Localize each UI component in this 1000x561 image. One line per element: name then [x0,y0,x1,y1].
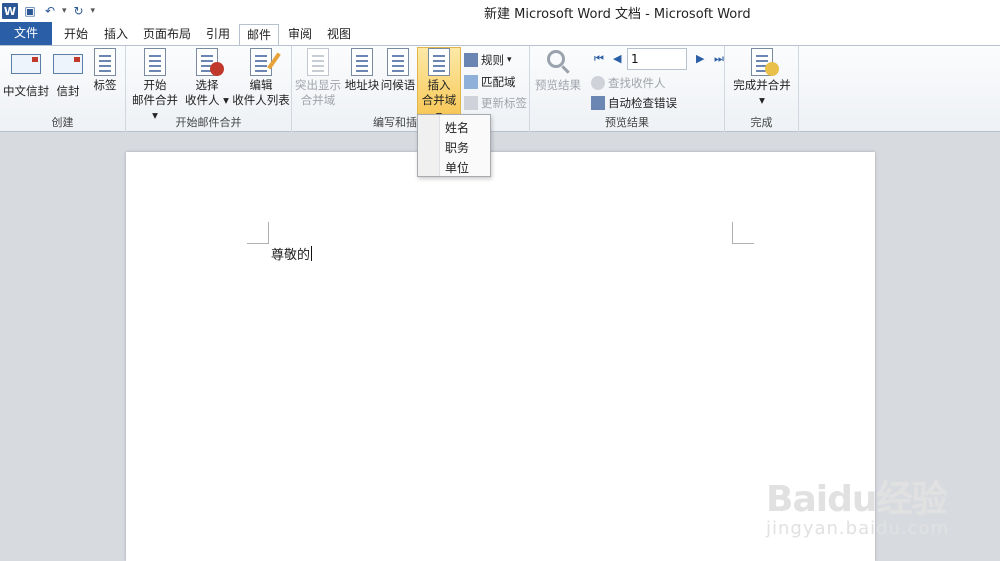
auto-check-errors-button[interactable]: 自动检查错误 [591,95,677,111]
undo-icon[interactable]: ↶ [42,4,58,18]
group-finish: 完成并合并 ▾ 完成 [725,46,799,132]
redo-icon[interactable]: ↻ [71,4,87,18]
edit-recipient-list-icon [250,48,272,76]
previous-record-icon[interactable]: ◀ [613,52,621,65]
tab-references[interactable]: 引用 [200,24,236,45]
chinese-envelope-icon [11,54,41,74]
envelope-button[interactable]: 信封 [52,48,84,99]
tab-page-layout[interactable]: 页面布局 [138,24,196,45]
ribbon-tabs: 文件 开始 插入 页面布局 引用 邮件 审阅 视图 [0,22,1000,46]
select-recipients-button[interactable]: 选择 收件人 ▾ [181,48,233,108]
envelope-badge-icon [765,62,779,76]
record-number-input[interactable]: 1 [627,48,687,70]
first-record-icon[interactable]: ⏮ [594,52,604,66]
tab-insert[interactable]: 插入 [98,24,134,45]
preview-results-button[interactable]: 预览结果 [533,48,583,93]
group-start-mail-merge: 开始 邮件合并 ▾ 选择 收件人 ▾ 编辑 收件人列表 开始邮件合并 [126,46,292,132]
group-label-start-mail-merge: 开始邮件合并 [175,116,242,129]
rules-icon [464,53,478,67]
update-labels-button[interactable]: 更新标签 [464,95,527,111]
envelope-icon [53,54,83,74]
finish-merge-dropdown-icon: ▾ [759,93,765,107]
highlight-merge-fields-button[interactable]: 突出显示 合并域 [293,48,343,108]
greeting-line-button[interactable]: 问候语 [380,48,416,93]
finish-merge-button[interactable]: 完成并合并 ▾ [731,48,793,108]
watermark-url: jingyan.baidu.com [766,518,950,539]
save-icon[interactable]: ▣ [22,4,38,18]
baidu-watermark: Baidu经验 jingyan.baidu.com [766,470,949,539]
margin-mark-top-left [247,222,269,244]
group-label-preview-results: 预览结果 [605,116,649,129]
edit-recipient-list-button[interactable]: 编辑 收件人列表 [232,48,290,108]
window-title: 新建 Microsoft Word 文档 - Microsoft Word [484,7,751,22]
next-record-icon[interactable]: ▶ [696,52,704,65]
labels-button[interactable]: 标签 [88,48,122,93]
group-label-create: 创建 [51,116,74,129]
merge-field-option-company[interactable]: 单位 [445,159,469,176]
people-icon [210,62,224,76]
group-label-write-insert-fields: 编写和插 [373,116,417,129]
document-body-text[interactable]: 尊敬的 [271,244,313,263]
quick-access-toolbar: W ▣ ↶ ▾ ↻ ▾ [0,0,95,22]
greeting-line-icon [387,48,409,76]
group-write-insert-fields: 突出显示 合并域 地址块 问候语 插入 合并域 ▾ 规则 ▾ 匹配域 更新标签 [292,46,530,132]
title-bar: W ▣ ↶ ▾ ↻ ▾ 新建 Microsoft Word 文档 - Micro… [0,0,1000,22]
undo-dropdown-icon[interactable]: ▾ [62,6,67,16]
match-fields-button[interactable]: 匹配域 [464,74,516,90]
tab-home[interactable]: 开始 [58,24,94,45]
highlight-merge-fields-icon [307,48,329,76]
address-block-button[interactable]: 地址块 [344,48,380,93]
start-mail-merge-button[interactable]: 开始 邮件合并 ▾ [129,48,181,123]
insert-merge-field-icon [428,48,450,76]
ribbon: 中文信封 信封 标签 创建 开始 邮件合并 ▾ 选择 收件人 ▾ 编辑 收件人列… [0,45,1000,132]
customize-icon[interactable]: ▾ [91,6,96,16]
find-recipient-button[interactable]: 查找收件人 [591,75,666,91]
merge-field-option-title[interactable]: 职务 [445,139,469,156]
group-create: 中文信封 信封 标签 创建 [0,46,126,132]
insert-merge-field-button[interactable]: 插入 合并域 ▾ [417,47,461,122]
word-app-icon[interactable]: W [2,3,18,19]
text-cursor [311,246,313,261]
update-labels-icon [464,96,478,110]
rules-dropdown-icon: ▾ [507,55,512,65]
document-page[interactable]: 尊敬的 [126,152,875,561]
find-recipient-icon [591,76,605,90]
auto-check-errors-icon [591,96,605,110]
labels-icon [94,48,116,76]
last-record-icon[interactable]: ⏭ [714,52,724,66]
match-fields-icon [464,75,478,89]
tab-review[interactable]: 审阅 [282,24,318,45]
merge-field-option-name[interactable]: 姓名 [445,119,469,136]
magnifier-icon [547,50,565,68]
tab-mailings[interactable]: 邮件 [239,24,279,46]
merge-field-dropdown: 姓名 职务 单位 [417,114,491,177]
group-label-finish: 完成 [750,116,773,129]
margin-mark-top-right [732,222,754,244]
dropdown-icon-strip [418,115,440,176]
tab-view[interactable]: 视图 [321,24,357,45]
rules-button[interactable]: 规则 ▾ [464,52,512,68]
start-mail-merge-icon [144,48,166,76]
watermark-logo: Baidu经验 [766,479,947,520]
tab-file[interactable]: 文件 [0,22,52,45]
address-block-icon [351,48,373,76]
chinese-envelope-button[interactable]: 中文信封 [2,48,50,99]
